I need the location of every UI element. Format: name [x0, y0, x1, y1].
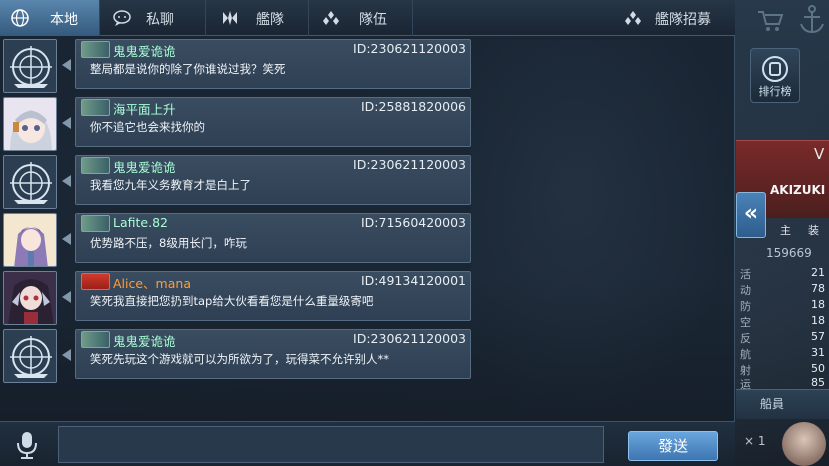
- anime-girl-avatar-icon: [4, 272, 56, 324]
- bubble-arrow: [62, 117, 71, 129]
- avatar[interactable]: [3, 39, 57, 93]
- stat-value: 18: [811, 314, 825, 327]
- ship-emblem-icon: [4, 156, 56, 208]
- rank-badge-icon: [81, 41, 110, 58]
- tab-recruit-label: 艦隊招募: [655, 12, 711, 28]
- ranking-label: 排行榜: [758, 85, 792, 98]
- multiplier-label: × 1: [744, 434, 766, 448]
- game-side-panel: 排行榜 V AKIZUKI « 主 装 159669 活 21 动 78 防 1…: [736, 0, 829, 466]
- sender-id: ID:49134120001: [360, 273, 466, 288]
- side-number: 159669: [766, 246, 812, 260]
- stat-value: 18: [811, 298, 825, 311]
- message-bubble: 海平面上升 ID:25881820006 你不追它也会来找你的: [75, 97, 471, 147]
- stat-value: 31: [811, 346, 825, 359]
- tab-fleet-label: 艦隊: [256, 12, 284, 28]
- rank-badge-icon: [81, 157, 110, 174]
- message-bubble: Alice、mana ID:49134120001 笑死我直接把您扔到tap给大…: [75, 271, 471, 321]
- microphone-icon[interactable]: [12, 430, 42, 460]
- stat-value: 78: [811, 282, 825, 295]
- stat-value: 21: [811, 266, 825, 279]
- bubble-arrow: [62, 291, 71, 303]
- avatar[interactable]: [3, 329, 57, 383]
- avatar[interactable]: [3, 271, 57, 325]
- fleet-icon: [223, 11, 237, 25]
- rank-badge-icon: [81, 331, 110, 348]
- recruit-icon: [625, 11, 641, 25]
- message-text: 笑死先玩这个游戏就可以为所欲为了，玩得菜不允许别人**: [90, 352, 389, 366]
- avatar[interactable]: [3, 155, 57, 209]
- tab-local-label: 本地: [50, 12, 78, 28]
- sender-id: ID:230621120003: [353, 331, 466, 346]
- sender-name[interactable]: Lafite.82: [113, 215, 168, 230]
- side-tab-equip[interactable]: 装: [808, 222, 819, 238]
- bubble-arrow: [62, 175, 71, 187]
- sender-name[interactable]: 鬼鬼爱诡诡: [113, 41, 176, 60]
- anime-girl-avatar-icon: [4, 98, 56, 150]
- player-avatar[interactable]: [782, 422, 826, 466]
- message-bubble: 鬼鬼爱诡诡 ID:230621120003 笑死先玩这个游戏就可以为所欲为了，玩…: [75, 329, 471, 379]
- sender-id: ID:71560420003: [360, 215, 466, 230]
- chat-panel: 本地 私聊 艦隊 隊伍 艦隊招募 鬼鬼爱诡诡 ID:230621120003 整…: [0, 0, 735, 466]
- message-text: 你不追它也会来找你的: [90, 120, 205, 134]
- sender-name[interactable]: Alice、mana: [113, 273, 191, 292]
- rank-badge-icon: [81, 99, 110, 116]
- anchor-icon[interactable]: [798, 4, 826, 36]
- message-bubble: 鬼鬼爱诡诡 ID:230621120003 我看您九年义务教育才是白上了: [75, 155, 471, 205]
- anime-girl-avatar-icon: [4, 214, 56, 266]
- bubble-arrow: [62, 233, 71, 245]
- message-text: 笑死我直接把您扔到tap给大伙看看您是什么重量级寄吧: [90, 294, 374, 308]
- tab-recruit[interactable]: 艦隊招募: [413, 0, 735, 36]
- chat-message: Alice、mana ID:49134120001 笑死我直接把您扔到tap给大…: [0, 271, 480, 327]
- message-bubble: 鬼鬼爱诡诡 ID:230621120003 整局都是说你的除了你谁说过我？笑死: [75, 39, 471, 89]
- sender-name[interactable]: 鬼鬼爱诡诡: [113, 157, 176, 176]
- sender-id: ID:25881820006: [360, 99, 466, 114]
- sender-name[interactable]: 海平面上升: [113, 99, 176, 118]
- tab-local[interactable]: 本地: [0, 0, 100, 36]
- ranking-button[interactable]: 排行榜: [750, 48, 800, 103]
- ship-letter: V: [814, 145, 825, 163]
- chat-message: 鬼鬼爱诡诡 ID:230621120003 笑死先玩这个游戏就可以为所欲为了，玩…: [0, 329, 480, 385]
- crew-button[interactable]: 船員: [736, 389, 829, 419]
- chat-message: 鬼鬼爱诡诡 ID:230621120003 我看您九年义务教育才是白上了: [0, 155, 480, 211]
- chat-message: 鬼鬼爱诡诡 ID:230621120003 整局都是说你的除了你谁说过我？笑死: [0, 39, 480, 95]
- stat-value: 85: [811, 376, 825, 389]
- tab-team[interactable]: 隊伍: [309, 0, 413, 36]
- sender-id: ID:230621120003: [353, 157, 466, 172]
- ship-emblem-icon: [4, 330, 56, 382]
- chat-bubble-icon: [113, 10, 131, 26]
- tab-private-label: 私聊: [146, 12, 174, 28]
- message-bubble: Lafite.82 ID:71560420003 优势路不压，8级用长门，咋玩: [75, 213, 471, 263]
- ship-emblem-icon: [4, 40, 56, 92]
- stat-value: 57: [811, 330, 825, 343]
- tab-private[interactable]: 私聊: [100, 0, 206, 36]
- sender-name[interactable]: 鬼鬼爱诡诡: [113, 331, 176, 350]
- message-text: 优势路不压，8级用长门，咋玩: [90, 236, 247, 250]
- sender-id: ID:230621120003: [353, 41, 466, 56]
- send-button[interactable]: 發送: [628, 431, 718, 461]
- chat-message: Lafite.82 ID:71560420003 优势路不压，8级用长门，咋玩: [0, 213, 480, 269]
- tab-team-label: 隊伍: [359, 12, 387, 28]
- message-text: 我看您九年义务教育才是白上了: [90, 178, 251, 192]
- rank-badge-icon: [81, 215, 110, 232]
- shop-cart-icon[interactable]: [756, 8, 784, 34]
- avatar[interactable]: [3, 213, 57, 267]
- ship-name: AKIZUKI: [770, 183, 826, 197]
- globe-icon: [11, 9, 29, 27]
- collapse-chat-button[interactable]: «: [736, 192, 766, 238]
- chat-message: 海平面上升 ID:25881820006 你不追它也会来找你的: [0, 97, 480, 153]
- avatar[interactable]: [3, 97, 57, 151]
- chat-tab-bar: 本地 私聊 艦隊 隊伍 艦隊招募: [0, 0, 735, 36]
- bubble-arrow: [62, 349, 71, 361]
- side-tab-main[interactable]: 主: [780, 222, 791, 238]
- message-input[interactable]: [58, 426, 604, 463]
- message-text: 整局都是说你的除了你谁说过我？笑死: [90, 62, 286, 76]
- double-chevron-left-icon: «: [743, 201, 759, 226]
- chat-input-bar: 發送: [0, 421, 735, 466]
- bubble-arrow: [62, 59, 71, 71]
- team-icon: [323, 11, 339, 25]
- tab-fleet[interactable]: 艦隊: [206, 0, 309, 36]
- flag-badge-icon: [81, 273, 110, 290]
